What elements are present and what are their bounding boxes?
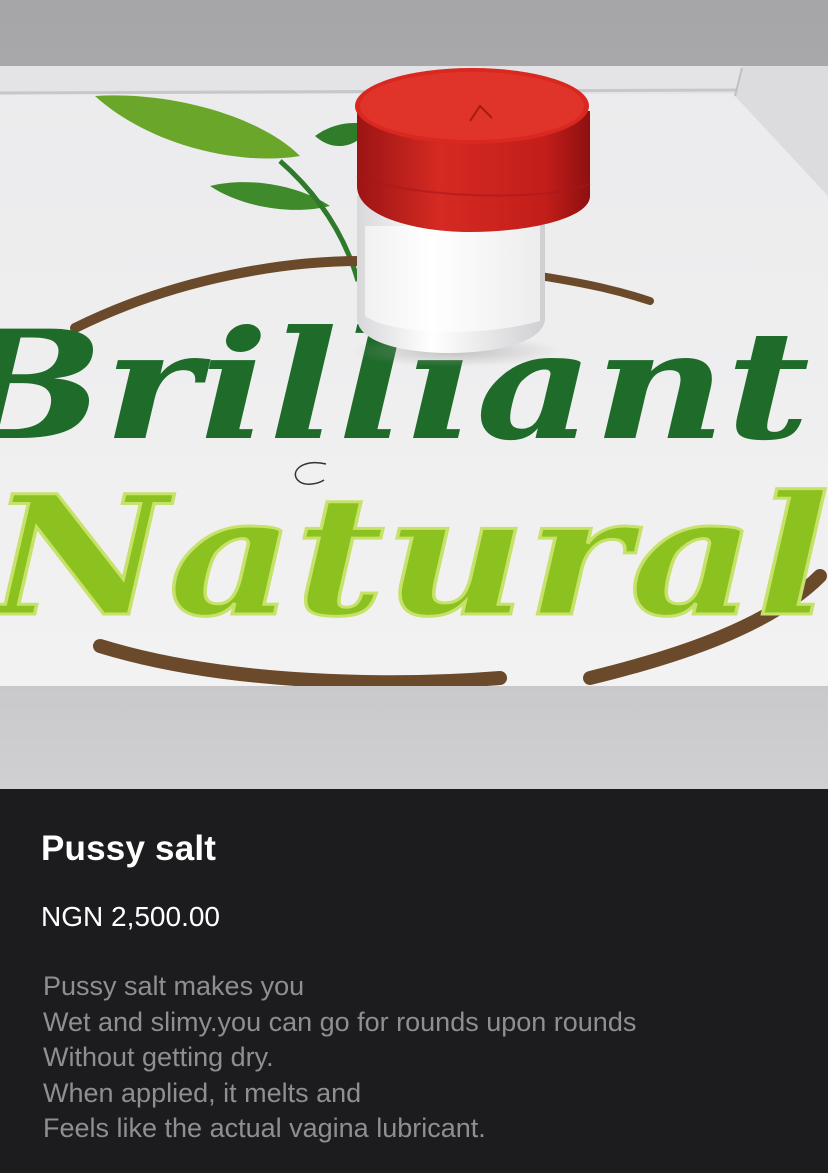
logo-word-natural: Natural xyxy=(0,459,828,653)
product-title: Pussy salt xyxy=(41,829,217,868)
product-details: Pussy salt NGN 2,500.00 Pussy salt makes… xyxy=(0,789,828,1173)
description-line: When applied, it melts and xyxy=(43,1077,362,1108)
product-description: Pussy salt makes you Wet and slimy.you c… xyxy=(43,969,803,1147)
description-line: Without getting dry. xyxy=(43,1042,274,1072)
product-image-gallery[interactable]: Brilliant Natural xyxy=(0,0,828,789)
description-line: Wet and slimy.you can go for rounds upon… xyxy=(43,1006,637,1037)
description-line: Pussy salt makes you xyxy=(43,971,305,1001)
description-line: Feels like the actual vagina lubricant. xyxy=(43,1113,486,1143)
product-price: NGN 2,500.00 xyxy=(41,901,220,932)
product-image[interactable]: Brilliant Natural xyxy=(0,66,828,686)
